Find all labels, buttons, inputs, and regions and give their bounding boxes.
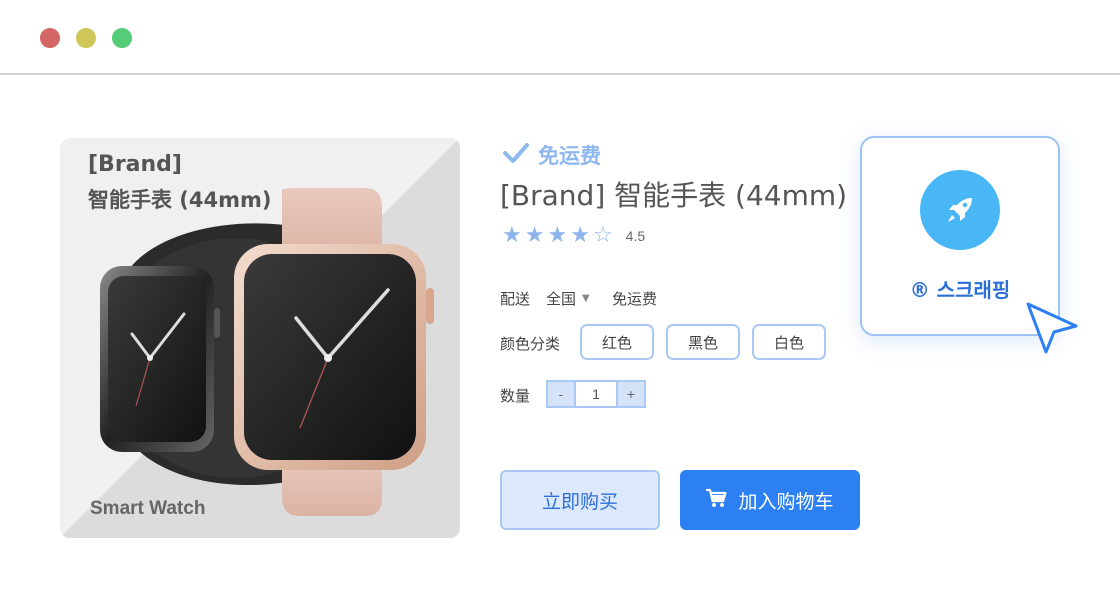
caret-down-icon: ▼	[582, 293, 590, 304]
shipping-region-value: 全国	[546, 290, 577, 308]
star-icon: ★	[502, 223, 522, 248]
quantity-input[interactable]: 1	[574, 382, 618, 406]
star-icon: ★	[524, 223, 545, 248]
quantity-increase-button[interactable]: +	[618, 382, 644, 406]
add-to-cart-button[interactable]: 加入购物车	[680, 470, 860, 530]
color-option-red[interactable]: 红色	[580, 324, 654, 360]
rating-value: 4.5	[625, 228, 646, 244]
color-label: 颜色分类	[500, 335, 561, 353]
cart-icon	[706, 488, 728, 513]
free-shipping-label: 免运费	[538, 144, 601, 168]
minimize-window-button[interactable]	[76, 28, 96, 48]
maximize-window-button[interactable]	[112, 28, 132, 48]
star-outline-icon: ☆	[592, 223, 613, 248]
quantity-decrease-button[interactable]: -	[548, 382, 574, 406]
window-titlebar	[0, 0, 1120, 75]
image-caption: Smart Watch	[90, 498, 206, 519]
close-window-button[interactable]	[40, 28, 60, 48]
product-rating: ★ ★ ★ ★ ☆ 4.5	[502, 222, 645, 250]
shipping-region-select[interactable]: 全国 ▼	[546, 288, 590, 309]
checkmark-icon	[502, 141, 530, 170]
product-image[interactable]: [Brand] 智能手表 (44mm) Smart Watch	[60, 138, 460, 538]
image-title-text: 智能手表 (44mm)	[88, 188, 272, 212]
image-brand-text: [Brand]	[88, 152, 182, 177]
star-icon: ★	[570, 223, 590, 248]
color-option-white[interactable]: 白色	[752, 324, 826, 360]
shipping-fee: 免运费	[612, 290, 658, 308]
add-to-cart-label: 加入购物车	[738, 490, 834, 513]
scraping-label: ® 스크래핑	[909, 278, 1011, 302]
star-icon: ★	[547, 223, 568, 248]
quantity-label: 数量	[500, 387, 531, 405]
mouse-pointer-icon	[1026, 302, 1078, 354]
rocket-icon	[920, 170, 1000, 250]
quantity-stepper: - 1 +	[546, 380, 646, 408]
shipping-label: 配送	[500, 290, 531, 308]
product-title: [Brand] 智能手表 (44mm)	[500, 179, 848, 212]
color-option-black[interactable]: 黑色	[666, 324, 740, 360]
buy-now-button[interactable]: 立即购买	[500, 470, 660, 530]
free-shipping-badge: 免运费	[502, 140, 601, 170]
